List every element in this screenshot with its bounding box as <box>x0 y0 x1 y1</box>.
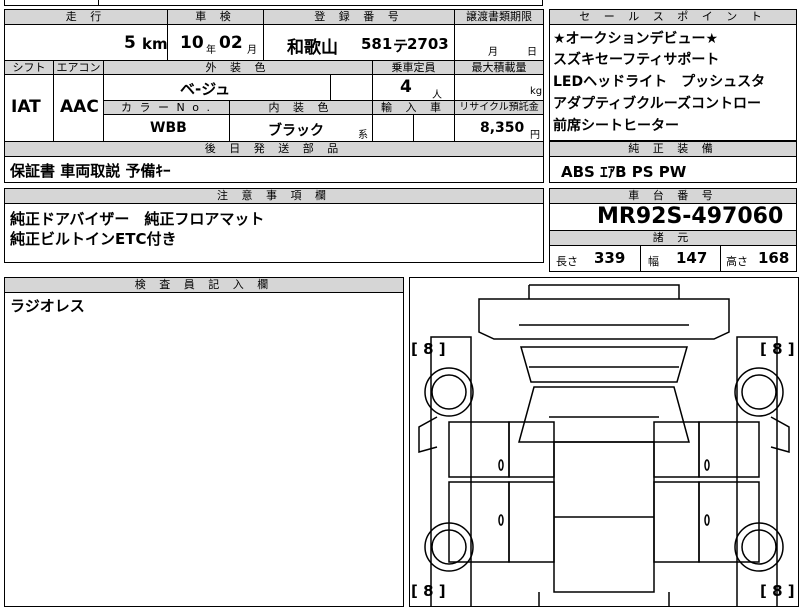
mileage-unit: km <box>142 35 168 53</box>
sales-line-1: ★オークションデビュー★ <box>553 31 719 47</box>
capacity-value: 4 <box>400 77 412 97</box>
inspector-value: ラジオレス <box>10 297 85 315</box>
top-strip-left <box>4 0 99 6</box>
shaken-year-unit: 年 <box>206 45 216 56</box>
chassis-value: MR92S-497060 <box>597 204 784 229</box>
later-parts-header: 後 日 発 送 部 品 <box>5 142 543 156</box>
interior-suffix: 系 <box>358 130 368 141</box>
shaken-header: 車 検 <box>168 10 263 24</box>
top-strip-mid <box>98 0 543 6</box>
recycle-header: リサイクル預託金 <box>455 101 543 114</box>
interior-color-value: ブラック <box>268 123 324 139</box>
sales-header: セ ー ル ス ポ イ ン ト <box>550 10 796 24</box>
sales-line-2: スズキセーフティサポート <box>553 52 720 68</box>
shift-value: IAT <box>11 97 41 117</box>
inspector-box <box>4 277 404 607</box>
reg-number: 2703 <box>407 35 449 53</box>
capacity-header: 乗車定員 <box>373 61 454 74</box>
length-label: 長さ <box>556 255 578 268</box>
width-value: 147 <box>676 249 708 267</box>
color-no-value: WBB <box>150 120 187 136</box>
sales-line-5: 前席シートヒーター <box>553 118 679 134</box>
aircon-header: エアコン <box>54 61 103 74</box>
doc-day-unit: 日 <box>527 47 537 58</box>
tire-br-label: [ 8 ] <box>760 582 795 600</box>
notes-line-1: 純正ドアバイザー 純正フロアマット <box>10 210 265 228</box>
reg-class: 581 <box>361 35 393 53</box>
shaken-month-unit: 月 <box>247 45 257 56</box>
later-parts-value: 保証書 車両取説 予備ｷｰ <box>10 162 171 180</box>
chassis-header: 車 台 番 号 <box>550 189 796 203</box>
equipment-value: ABS ｴｱB PS PW <box>561 163 687 181</box>
exterior-color-value: ベ-ジュ <box>180 80 231 98</box>
recycle-value: 8,350 <box>480 120 525 136</box>
height-value: 168 <box>758 249 790 267</box>
load-unit: kg <box>530 86 543 97</box>
tire-bl-label: [ 8 ] <box>411 582 446 600</box>
sales-line-4: アダプティブクルーズコントロー <box>553 96 762 112</box>
reg-kana: テ <box>393 37 409 55</box>
width-label: 幅 <box>648 255 659 268</box>
interior-header: 内 装 色 <box>230 101 372 114</box>
shaken-year: 10 <box>180 33 204 53</box>
exterior-header: 外 装 色 <box>104 61 372 74</box>
car-diagram <box>418 284 790 607</box>
color-no-header: カ ラ ー N o . <box>104 101 229 114</box>
dims-header: 諸 元 <box>550 231 796 245</box>
equipment-header: 純 正 装 備 <box>550 142 796 156</box>
tire-tl-label: [ 8 ] <box>411 340 446 358</box>
registration-header: 登 録 番 号 <box>264 10 454 24</box>
tire-tr-label: [ 8 ] <box>760 340 795 358</box>
mileage-header: 走 行 <box>5 10 167 24</box>
capacity-unit: 人 <box>432 90 442 101</box>
notes-header: 注 意 事 項 欄 <box>5 189 543 203</box>
load-header: 最大積載量 <box>455 61 543 74</box>
shaken-month: 02 <box>219 33 243 53</box>
doc-month-unit: 月 <box>488 47 498 58</box>
notes-line-2: 純正ビルトインETC付き <box>10 230 177 248</box>
inspector-header: 検 査 員 記 入 欄 <box>5 278 403 292</box>
aircon-value: AAC <box>60 97 99 117</box>
reg-area: 和歌山 <box>287 38 338 58</box>
sales-line-3: LEDヘッドライト プッシュスタ <box>553 74 766 90</box>
shift-header: シフト <box>5 61 53 74</box>
doc-deadline-header: 譲渡書類期限 <box>455 10 543 24</box>
mileage-value: 5 <box>124 33 136 53</box>
recycle-unit: 円 <box>530 130 540 141</box>
height-label: 高さ <box>726 255 748 268</box>
length-value: 339 <box>594 249 626 267</box>
import-header: 輸 入 車 <box>373 101 454 114</box>
